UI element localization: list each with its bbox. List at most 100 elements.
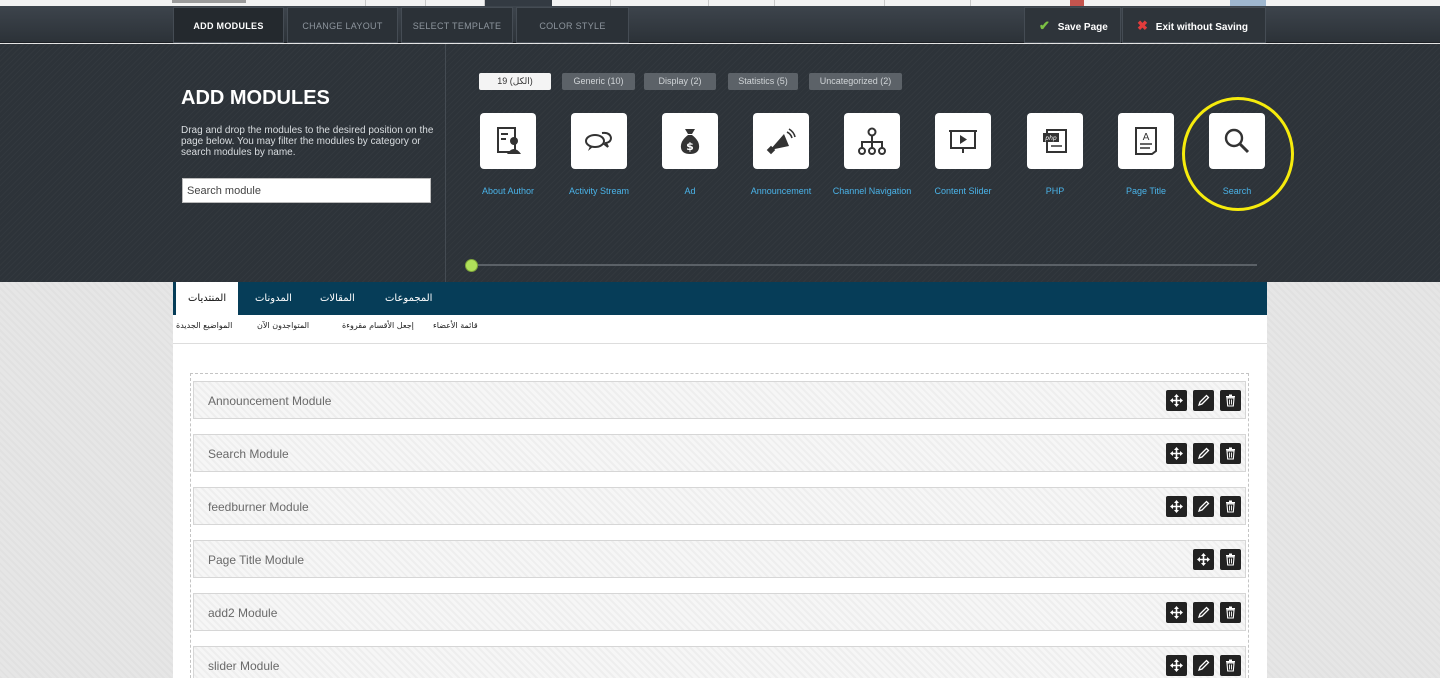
module-row-actions [1166, 602, 1241, 623]
edit-button[interactable] [1193, 602, 1214, 623]
module-scrollbar-track[interactable] [472, 264, 1257, 266]
close-icon: ✖ [1137, 18, 1148, 33]
pencil-icon [1197, 447, 1210, 460]
trash-icon [1226, 659, 1235, 672]
module-about-author[interactable]: About Author [463, 113, 553, 196]
module-ad[interactable]: $ Ad [645, 113, 735, 196]
edit-button[interactable] [1193, 443, 1214, 464]
module-channel-navigation[interactable]: Channel Navigation [827, 113, 917, 196]
edit-button[interactable] [1193, 655, 1214, 676]
move-arrows-icon [1197, 553, 1210, 566]
save-page-button[interactable]: ✔ Save Page [1024, 7, 1121, 43]
tab-select-template[interactable]: SELECT TEMPLATE [401, 7, 513, 43]
page-preview: المنتديات المدونات المقالات المجموعات ال… [173, 282, 1267, 678]
search-highlight-circle [1182, 97, 1294, 211]
panel-title: ADD MODULES [181, 87, 330, 109]
module-row[interactable]: Announcement Module [193, 381, 1246, 419]
move-arrows-icon [1170, 447, 1183, 460]
nav-blogs[interactable]: المدونات [255, 282, 292, 315]
nav-groups[interactable]: المجموعات [385, 282, 432, 315]
trash-icon [1226, 606, 1235, 619]
module-label: Content Slider [934, 186, 992, 196]
module-row[interactable]: slider Module [193, 646, 1246, 678]
module-tile: $ [662, 113, 718, 169]
module-activity-stream[interactable]: Activity Stream [554, 113, 644, 196]
module-row-name: feedburner Module [208, 500, 309, 514]
trash-icon [1226, 447, 1235, 460]
nav-forums[interactable]: المنتديات [176, 282, 239, 315]
save-page-label: Save Page [1057, 22, 1108, 33]
module-scrollbar-handle[interactable] [465, 259, 478, 272]
move-button[interactable] [1166, 496, 1187, 517]
nav-articles[interactable]: المقالات [320, 282, 355, 315]
module-php[interactable]: php PHP [1010, 113, 1100, 196]
module-label: Activity Stream [568, 186, 629, 196]
delete-button[interactable] [1220, 655, 1241, 676]
module-content-slider[interactable]: Content Slider [918, 113, 1008, 196]
delete-button[interactable] [1220, 549, 1241, 570]
move-arrows-icon [1170, 394, 1183, 407]
tab-change-layout[interactable]: CHANGE LAYOUT [287, 7, 398, 43]
subnav-new-posts[interactable]: المواضيع الجديدة [176, 321, 232, 330]
module-row[interactable]: feedburner Module [193, 487, 1246, 525]
module-row-name: Announcement Module [208, 394, 332, 408]
module-row-actions [1166, 390, 1241, 411]
move-arrows-icon [1170, 606, 1183, 619]
move-button[interactable] [1166, 655, 1187, 676]
subnav-whos-online[interactable]: المتواجدون الآن [257, 321, 309, 330]
filter-generic[interactable]: Generic (10) [562, 73, 635, 90]
filter-all[interactable]: (الكل) 19 [479, 73, 551, 90]
panel-sidebar: ADD MODULES Drag and drop the modules to… [0, 44, 446, 282]
module-tile [753, 113, 809, 169]
module-page-title[interactable]: A Page Title [1101, 113, 1191, 196]
move-button[interactable] [1193, 549, 1214, 570]
delete-button[interactable] [1220, 602, 1241, 623]
top-strip-marker [172, 0, 246, 3]
page-title-icon: A [1135, 127, 1157, 155]
subnav-mark-read[interactable]: إجعل الأقسام مقروءة [342, 321, 414, 330]
exit-label: Exit without Saving [1155, 22, 1249, 33]
filter-uncategorized[interactable]: Uncategorized (2) [809, 73, 902, 90]
filter-display[interactable]: Display (2) [644, 73, 716, 90]
module-tile: A [1118, 113, 1174, 169]
panel-description: Drag and drop the modules to the desired… [181, 125, 434, 158]
module-row-name: add2 Module [208, 606, 278, 620]
tab-color-style[interactable]: COLOR STYLE [516, 7, 629, 43]
move-button[interactable] [1166, 443, 1187, 464]
move-arrows-icon [1170, 500, 1183, 513]
delete-button[interactable] [1220, 390, 1241, 411]
module-label: PHP [1045, 186, 1065, 196]
module-tile: php [1027, 113, 1083, 169]
tab-add-modules[interactable]: ADD MODULES [173, 7, 284, 43]
announcement-megaphone-icon [766, 128, 796, 155]
module-row[interactable]: Search Module [193, 434, 1246, 472]
delete-button[interactable] [1220, 496, 1241, 517]
move-button[interactable] [1166, 390, 1187, 411]
forum-navbar: المنتديات المدونات المقالات المجموعات [173, 282, 1267, 315]
module-drop-zone[interactable]: Announcement Module Search Module feedbu… [190, 373, 1249, 678]
channel-navigation-icon [858, 127, 886, 155]
ad-money-bag-icon: $ [680, 129, 700, 154]
module-row-actions [1193, 549, 1241, 570]
edit-button[interactable] [1193, 390, 1214, 411]
pencil-icon [1197, 606, 1210, 619]
trash-icon [1226, 394, 1235, 407]
module-announcement[interactable]: Announcement [736, 113, 826, 196]
module-row[interactable]: Page Title Module [193, 540, 1246, 578]
module-row-actions [1166, 655, 1241, 676]
pencil-icon [1197, 500, 1210, 513]
exit-without-saving-button[interactable]: ✖ Exit without Saving [1122, 7, 1266, 43]
subnav-member-list[interactable]: قائمة الأعضاء [433, 321, 478, 330]
svg-text:php: php [1044, 135, 1057, 142]
delete-button[interactable] [1220, 443, 1241, 464]
edit-button[interactable] [1193, 496, 1214, 517]
search-module-input[interactable] [182, 178, 431, 203]
php-icon: php [1043, 129, 1067, 153]
module-tile [480, 113, 536, 169]
filter-statistics[interactable]: Statistics (5) [728, 73, 798, 90]
move-button[interactable] [1166, 602, 1187, 623]
move-arrows-icon [1170, 659, 1183, 672]
module-row[interactable]: add2 Module [193, 593, 1246, 631]
content-slider-icon [949, 130, 977, 153]
module-tile [935, 113, 991, 169]
